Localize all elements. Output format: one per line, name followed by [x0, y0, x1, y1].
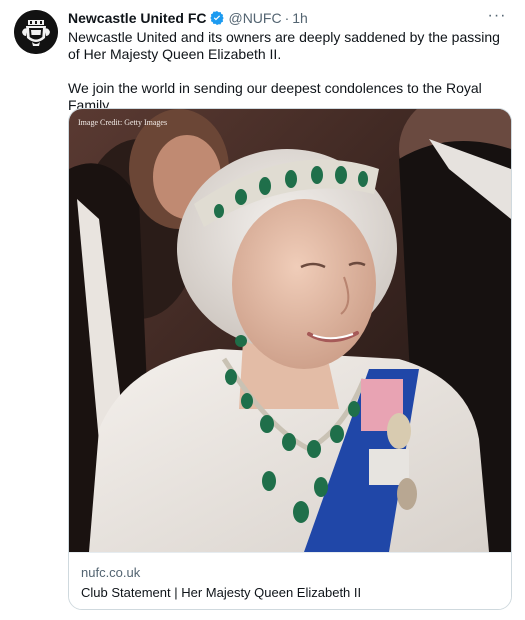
display-name[interactable]: Newcastle United FC [68, 10, 206, 26]
queen-portrait-image [69, 109, 511, 552]
timestamp[interactable]: 1h [292, 10, 308, 26]
tweet[interactable]: Newcastle United FC @NUFC · 1h ··· Newca… [0, 0, 525, 620]
handle[interactable]: @NUFC [228, 10, 281, 26]
tweet-text: Newcastle United and its owners are deep… [68, 29, 508, 114]
card-meta[interactable]: nufc.co.uk Club Statement | Her Majesty … [69, 552, 511, 609]
link-card[interactable]: Image Credit: Getty Images nufc.co.uk Cl… [68, 108, 512, 610]
tweet-header: Newcastle United FC @NUFC · 1h [68, 9, 308, 27]
card-domain: nufc.co.uk [81, 565, 141, 580]
tweet-text-paragraph-1: Newcastle United and its owners are deep… [68, 29, 500, 62]
card-title[interactable]: Club Statement | Her Majesty Queen Eliza… [81, 585, 361, 600]
more-options-icon[interactable]: ··· [485, 6, 509, 26]
separator: · [284, 10, 290, 26]
club-crest-icon [14, 10, 58, 54]
verified-badge-icon [209, 10, 225, 26]
avatar[interactable] [14, 10, 58, 54]
image-credit: Image Credit: Getty Images [78, 118, 168, 127]
card-image[interactable]: Image Credit: Getty Images [69, 109, 511, 552]
